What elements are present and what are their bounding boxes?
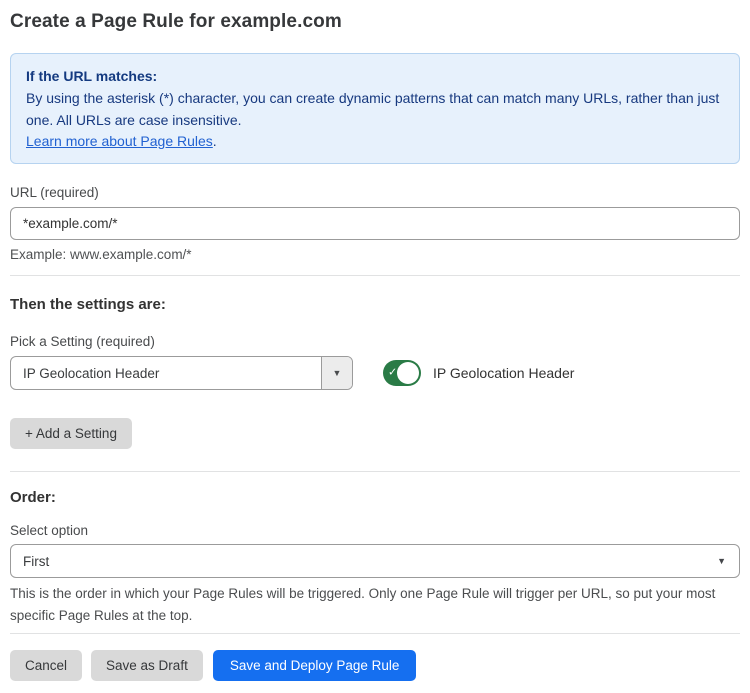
add-setting-button[interactable]: + Add a Setting	[10, 418, 132, 449]
divider	[10, 275, 740, 276]
info-box-heading: If the URL matches:	[26, 66, 724, 87]
dropdown-caret-icon: ▼	[333, 368, 342, 378]
toggle-knob	[397, 362, 419, 384]
divider	[10, 633, 740, 634]
select-caret-icon: ▼	[717, 556, 726, 566]
order-select-label: Select option	[10, 523, 740, 538]
toggle-label: IP Geolocation Header	[433, 365, 574, 381]
order-section-heading: Order:	[10, 489, 740, 506]
order-helper-text: This is the order in which your Page Rul…	[10, 583, 740, 628]
actions-row: Cancel Save as Draft Save and Deploy Pag…	[10, 650, 740, 681]
add-setting-wrap: + Add a Setting	[10, 418, 740, 449]
order-select-value: First	[23, 554, 49, 569]
info-box-body: By using the asterisk (*) character, you…	[26, 88, 724, 131]
url-match-info-box: If the URL matches: By using the asteris…	[10, 53, 740, 164]
setting-dropdown[interactable]: IP Geolocation Header ▼	[10, 356, 353, 390]
page-title: Create a Page Rule for example.com	[10, 11, 740, 33]
setting-row: IP Geolocation Header ▼ ✓ IP Geolocation…	[10, 356, 740, 390]
setting-dropdown-value: IP Geolocation Header	[11, 357, 321, 389]
link-suffix: .	[213, 133, 217, 149]
url-field-label: URL (required)	[10, 185, 740, 200]
divider	[10, 471, 740, 472]
save-draft-button[interactable]: Save as Draft	[91, 650, 203, 681]
page-rule-form: Create a Page Rule for example.com If th…	[0, 0, 750, 693]
url-example-helper: Example: www.example.com/*	[10, 247, 740, 262]
order-select[interactable]: First ▼	[10, 544, 740, 578]
pick-setting-label: Pick a Setting (required)	[10, 334, 740, 349]
learn-more-link[interactable]: Learn more about Page Rules	[26, 133, 213, 149]
check-icon: ✓	[388, 368, 397, 379]
save-deploy-button[interactable]: Save and Deploy Page Rule	[213, 650, 417, 681]
setting-toggle[interactable]: ✓	[383, 360, 421, 386]
url-input[interactable]	[10, 207, 740, 240]
setting-dropdown-button[interactable]: ▼	[321, 357, 352, 389]
settings-section-heading: Then the settings are:	[10, 296, 740, 313]
cancel-button[interactable]: Cancel	[10, 650, 82, 681]
info-link-line: Learn more about Page Rules.	[26, 131, 724, 152]
